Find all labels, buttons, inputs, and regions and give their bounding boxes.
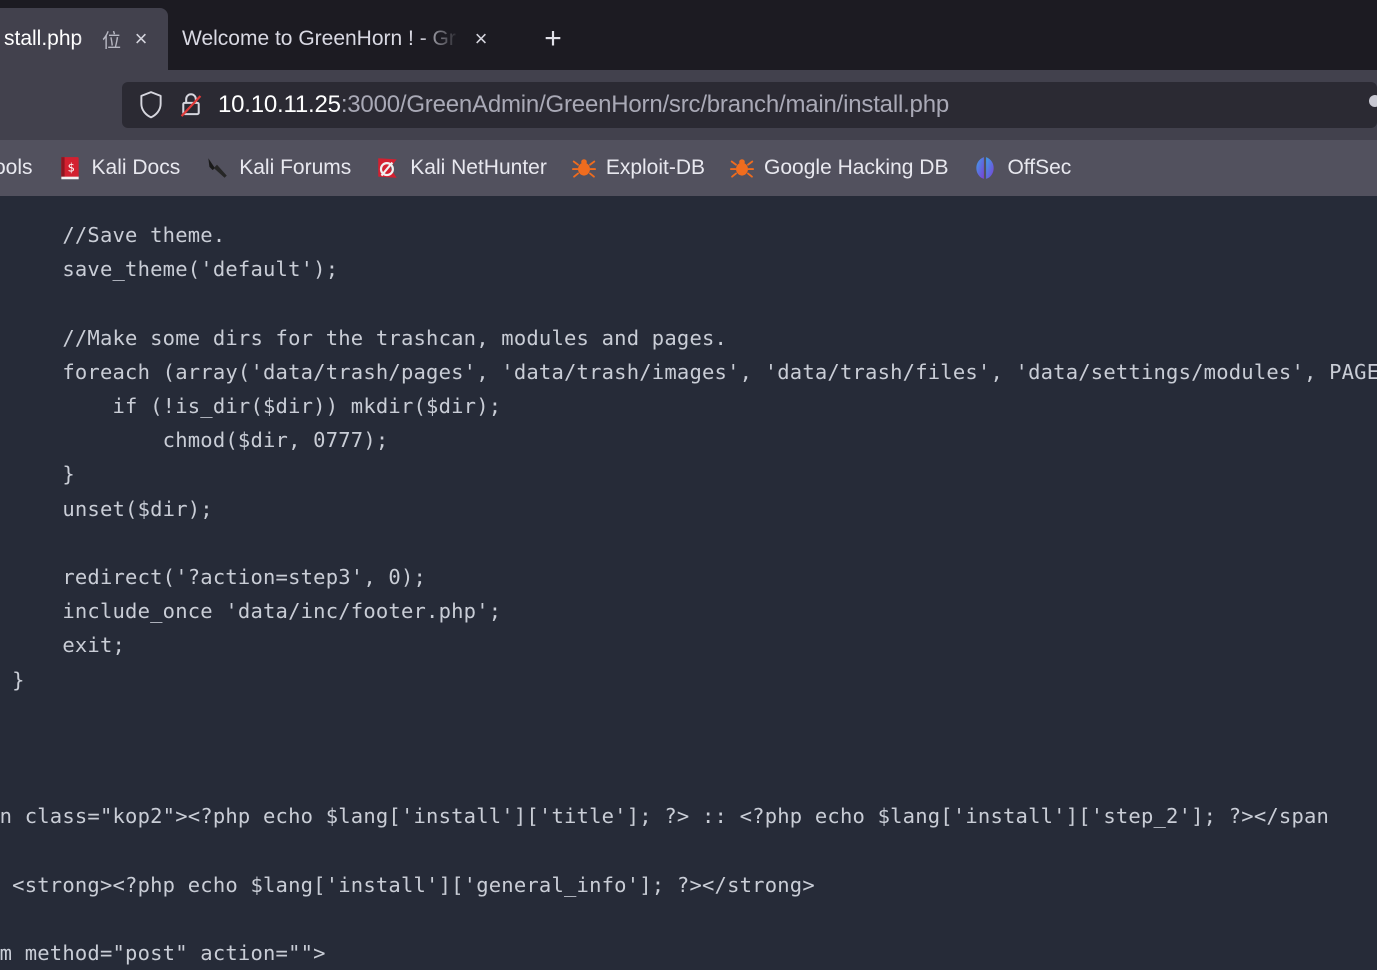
bookmark-kali-forums[interactable]: Kali Forums	[192, 155, 363, 181]
tab-install-php[interactable]: stall.php 位 ×	[0, 8, 168, 70]
bookmark-label: ools	[0, 156, 33, 179]
bookmark-label: Kali NetHunter	[410, 156, 547, 179]
address-bar[interactable]: 10.10.11.25:3000/GreenAdmin/GreenHorn/sr…	[122, 82, 1377, 128]
tab-favicon-placeholder-icon: 位	[101, 30, 121, 52]
bookmark-exploit-db[interactable]: Exploit-DB	[559, 155, 717, 181]
page-content-area[interactable]: //Save theme. save_theme('default'); //M…	[0, 196, 1377, 970]
svg-text:$: $	[67, 160, 74, 174]
kali-nethunter-icon	[378, 158, 397, 178]
bookmark-label: Exploit-DB	[605, 156, 706, 179]
url-text: 10.10.11.25:3000/GreenAdmin/GreenHorn/sr…	[218, 91, 949, 119]
bookmark-label: Google Hacking DB	[764, 156, 949, 179]
bookmark-kali-nethunter[interactable]: Kali NetHunter	[363, 155, 559, 181]
urlbar-overflow-indicator-icon[interactable]	[1369, 95, 1377, 107]
kali-docs-book-icon: $	[60, 157, 79, 180]
bookmark-offsec[interactable]: OffSec	[960, 155, 1083, 181]
bookmarks-toolbar: ools $ Kali Docs Kali Forums Kali NetHun…	[0, 140, 1377, 196]
source-code-view[interactable]: //Save theme. save_theme('default'); //M…	[0, 196, 1377, 970]
navigation-toolbar: 10.10.11.25:3000/GreenAdmin/GreenHorn/sr…	[0, 70, 1377, 140]
tab-welcome-greenhorn[interactable]: Welcome to GreenHorn ! - Gr ×	[168, 8, 508, 70]
url-path: :3000/GreenAdmin/GreenHorn/src/branch/ma…	[340, 91, 949, 118]
insecure-lock-icon[interactable]	[178, 90, 204, 120]
bookmark-kali-tools[interactable]: ools	[0, 156, 45, 180]
kali-forums-icon	[208, 158, 227, 178]
bookmark-label: OffSec	[1007, 156, 1072, 179]
offsec-icon	[976, 157, 995, 179]
bookmark-label: Kali Docs	[91, 156, 181, 179]
bookmark-label: Kali Forums	[239, 156, 352, 179]
url-host: 10.10.11.25	[218, 91, 341, 118]
tab-close-icon[interactable]: ×	[130, 28, 152, 50]
tab-strip: stall.php 位 × Welcome to GreenHorn ! - G…	[0, 0, 1377, 70]
new-tab-button[interactable]: +	[530, 16, 576, 62]
bookmark-google-hacking-db[interactable]: Google Hacking DB	[717, 155, 960, 181]
shield-icon[interactable]	[138, 90, 164, 120]
tab-title: Welcome to GreenHorn ! - Gr	[182, 27, 456, 50]
bookmark-kali-docs[interactable]: $ Kali Docs	[45, 155, 193, 181]
tab-close-icon[interactable]: ×	[470, 28, 492, 50]
google-hacking-db-bug-icon	[730, 159, 755, 178]
exploit-db-bug-icon	[571, 159, 596, 178]
tab-title: stall.php	[4, 27, 83, 50]
